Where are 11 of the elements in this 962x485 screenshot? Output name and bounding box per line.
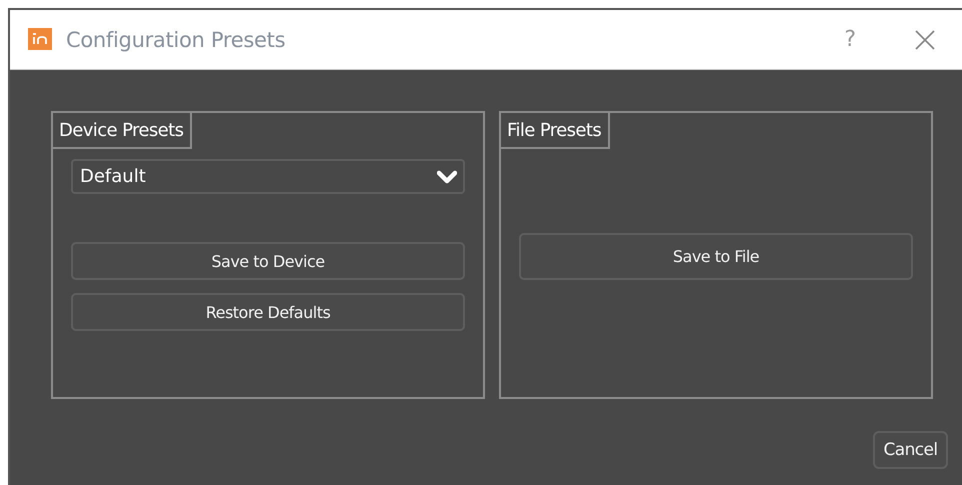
app-logo-icon bbox=[28, 28, 52, 52]
cancel-button[interactable]: Cancel bbox=[873, 431, 948, 469]
close-icon[interactable] bbox=[914, 28, 936, 50]
group-title: File Presets bbox=[501, 113, 610, 149]
preset-dropdown[interactable]: Default bbox=[71, 159, 465, 194]
action-button[interactable]: Save to Device bbox=[71, 242, 465, 280]
group-title: Device Presets bbox=[53, 113, 192, 149]
chevron-down-icon bbox=[437, 170, 457, 184]
window-title: Configuration Presets bbox=[66, 28, 286, 52]
action-button[interactable]: Save to File bbox=[519, 233, 913, 280]
action-button[interactable]: Restore Defaults bbox=[71, 293, 465, 331]
